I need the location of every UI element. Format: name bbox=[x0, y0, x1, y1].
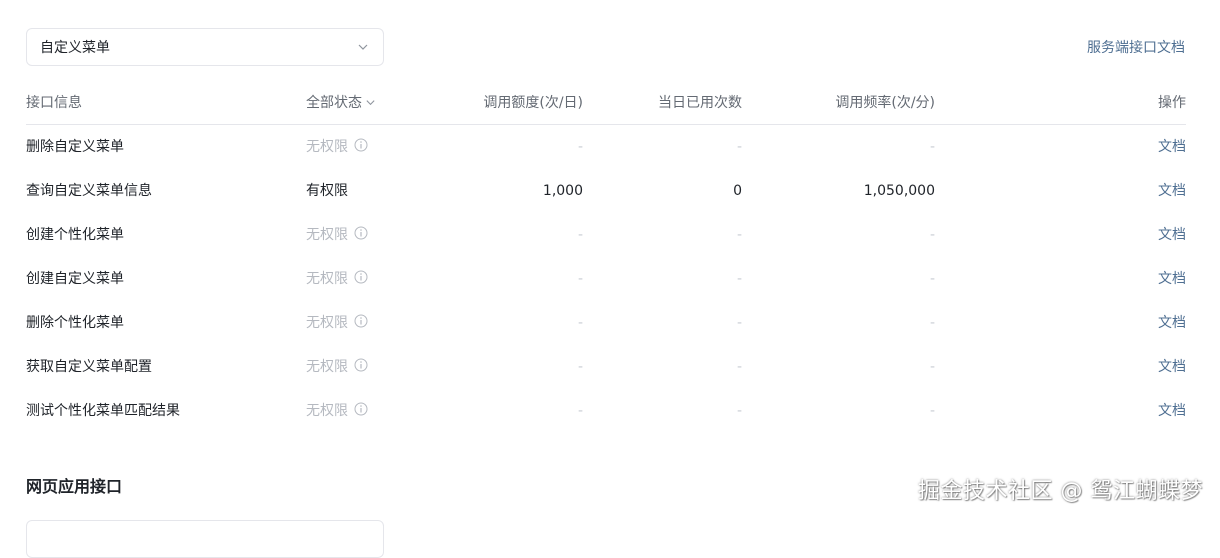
header-rate: 调用频率(次/分) bbox=[835, 95, 935, 111]
permission-status: 无权限 bbox=[306, 138, 368, 156]
used-today: - bbox=[736, 315, 742, 331]
permission-status-label: 无权限 bbox=[306, 315, 348, 331]
daily-quota: - bbox=[577, 403, 583, 419]
interface-name: 创建自定义菜单 bbox=[26, 271, 124, 287]
doc-link[interactable]: 文档 bbox=[1158, 182, 1186, 200]
info-circle-icon[interactable] bbox=[354, 270, 368, 284]
call-rate: - bbox=[929, 315, 935, 331]
info-circle-icon[interactable] bbox=[354, 358, 368, 372]
call-rate: - bbox=[929, 139, 935, 155]
permission-status: 无权限 bbox=[306, 402, 368, 420]
permission-status: 无权限 bbox=[306, 314, 368, 332]
call-rate: - bbox=[929, 227, 935, 243]
daily-quota: - bbox=[577, 271, 583, 287]
interface-name: 删除个性化菜单 bbox=[26, 315, 124, 331]
daily-quota: - bbox=[577, 315, 583, 331]
permission-status: 无权限 bbox=[306, 270, 368, 288]
used-today: - bbox=[736, 139, 742, 155]
table-header: 接口信息 全部状态 调用额度(次/日) 当日已用次数 调用频率(次/分) 操作 bbox=[26, 80, 1186, 125]
daily-quota: - bbox=[577, 227, 583, 243]
doc-link[interactable]: 文档 bbox=[1158, 270, 1186, 288]
permission-status-label: 无权限 bbox=[306, 139, 348, 155]
header-status-label: 全部状态 bbox=[306, 95, 362, 111]
permission-status: 无权限 bbox=[306, 358, 368, 376]
interface-name: 删除自定义菜单 bbox=[26, 139, 124, 155]
header-used-today: 当日已用次数 bbox=[658, 95, 742, 111]
permission-status: 无权限 bbox=[306, 226, 368, 244]
table-row: 获取自定义菜单配置 无权限 - - - 文档 bbox=[26, 345, 1186, 389]
used-today: - bbox=[736, 227, 742, 243]
chevron-down-icon bbox=[366, 100, 375, 106]
used-today: - bbox=[736, 359, 742, 375]
web-app-interface-select[interactable] bbox=[26, 520, 384, 558]
interface-name: 测试个性化菜单匹配结果 bbox=[26, 403, 180, 419]
call-rate: - bbox=[929, 271, 935, 287]
doc-link[interactable]: 文档 bbox=[1158, 314, 1186, 332]
permission-status-label: 有权限 bbox=[306, 183, 348, 199]
table-row: 测试个性化菜单匹配结果 无权限 - - - 文档 bbox=[26, 389, 1186, 433]
permission-status-label: 无权限 bbox=[306, 403, 348, 419]
used-today: - bbox=[736, 403, 742, 419]
call-rate: - bbox=[929, 403, 935, 419]
interface-name: 查询自定义菜单信息 bbox=[26, 183, 152, 199]
interface-name: 创建个性化菜单 bbox=[26, 227, 124, 243]
permission-status-label: 无权限 bbox=[306, 227, 348, 243]
permission-status-label: 无权限 bbox=[306, 271, 348, 287]
permission-status-label: 无权限 bbox=[306, 359, 348, 375]
call-rate: 1,050,000 bbox=[863, 183, 935, 199]
server-api-doc-link[interactable]: 服务端接口文档 bbox=[1087, 39, 1185, 57]
info-circle-icon[interactable] bbox=[354, 226, 368, 240]
permission-status: 有权限 bbox=[306, 182, 348, 200]
table-row: 查询自定义菜单信息 有权限 1,000 0 1,050,000 文档 bbox=[26, 169, 1186, 213]
used-today: 0 bbox=[733, 183, 742, 199]
doc-link[interactable]: 文档 bbox=[1158, 138, 1186, 156]
interface-permissions-page: 自定义菜单 服务端接口文档 接口信息 全部状态 调用额度(次/日) 当日已用次数… bbox=[0, 0, 1220, 558]
table-row: 创建自定义菜单 无权限 - - - 文档 bbox=[26, 257, 1186, 301]
daily-quota: - bbox=[577, 139, 583, 155]
table-row: 删除自定义菜单 无权限 - - - 文档 bbox=[26, 125, 1186, 169]
daily-quota: - bbox=[577, 359, 583, 375]
doc-link[interactable]: 文档 bbox=[1158, 358, 1186, 376]
table-row: 创建个性化菜单 无权限 - - - 文档 bbox=[26, 213, 1186, 257]
chevron-down-icon bbox=[358, 44, 368, 50]
doc-link[interactable]: 文档 bbox=[1158, 402, 1186, 420]
header-operation: 操作 bbox=[1158, 95, 1186, 111]
daily-quota: 1,000 bbox=[542, 183, 583, 199]
status-filter-dropdown[interactable]: 全部状态 bbox=[306, 94, 376, 112]
header-interface-info: 接口信息 bbox=[26, 95, 82, 111]
watermark: 掘金技术社区 @ 鸳江蝴蝶梦 bbox=[918, 479, 1203, 504]
interface-table-body: 删除自定义菜单 无权限 - - - 文档 查询自定义菜单信息 有权限 1,000 0 1,050,0… bbox=[26, 125, 1186, 433]
used-today: - bbox=[736, 271, 742, 287]
table-row: 删除个性化菜单 无权限 - - - 文档 bbox=[26, 301, 1186, 345]
call-rate: - bbox=[929, 359, 935, 375]
menu-category-select[interactable]: 自定义菜单 bbox=[26, 28, 384, 66]
section-title-web-app-interface: 网页应用接口 bbox=[26, 477, 123, 496]
interface-name: 获取自定义菜单配置 bbox=[26, 359, 152, 375]
menu-category-select-value: 自定义菜单 bbox=[40, 40, 110, 56]
doc-link[interactable]: 文档 bbox=[1158, 226, 1186, 244]
info-circle-icon[interactable] bbox=[354, 138, 368, 152]
header-quota: 调用额度(次/日) bbox=[483, 95, 583, 111]
info-circle-icon[interactable] bbox=[354, 314, 368, 328]
info-circle-icon[interactable] bbox=[354, 402, 368, 416]
